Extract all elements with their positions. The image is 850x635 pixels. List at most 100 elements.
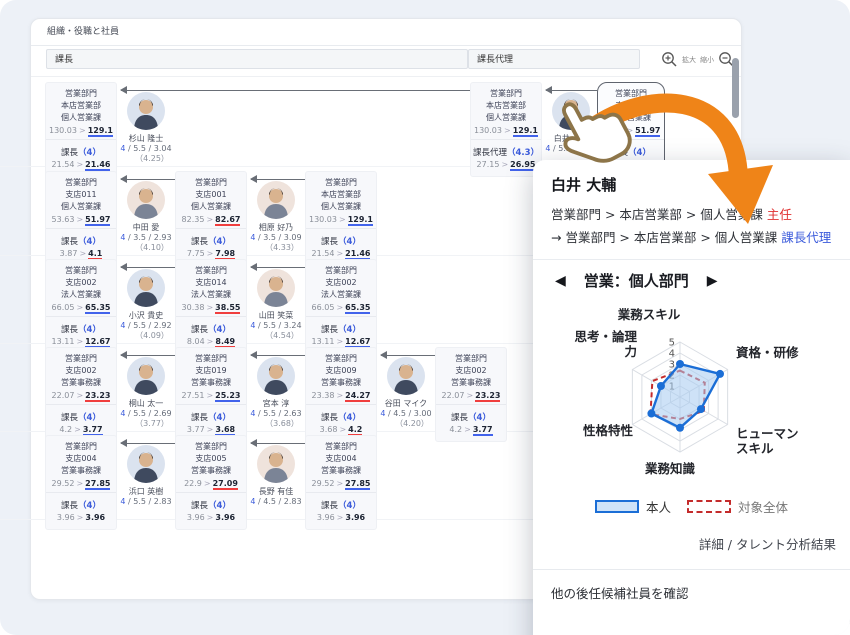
arrow-separator: > bbox=[206, 391, 213, 400]
legend-cohort-swatch bbox=[687, 500, 731, 513]
stat-rest: / 5.5 / 2.69 bbox=[125, 409, 171, 418]
card-org-section: 営業部門支店014法人営業課30.38>38.55 bbox=[176, 260, 246, 317]
score-after: 27.09 bbox=[213, 479, 238, 490]
avatar[interactable] bbox=[552, 92, 590, 130]
avatar[interactable] bbox=[127, 181, 165, 219]
avatar[interactable] bbox=[257, 181, 295, 219]
employee-item[interactable]: 宮本 淳4 / 5.5 / 2.63（3.68） bbox=[247, 357, 305, 429]
org-card[interactable]: 営業部門支店002営業事務課22.07>23.23課長（4）4.2>3.77 bbox=[435, 347, 507, 442]
score-before: 29.52 bbox=[312, 479, 335, 488]
employee-item[interactable]: 杉山 隆士4 / 5.5 / 3.04（4.25） bbox=[117, 92, 175, 164]
org-card[interactable]: 営業部門支店011個人営業課53.63>51.97課長（4）3.87>4.1 bbox=[45, 171, 117, 266]
org-card[interactable]: 営業部門支店005営業事務課22.9>27.09課長（4）3.96>3.96 bbox=[175, 435, 247, 530]
org-unit-label: 支店002 bbox=[48, 277, 114, 289]
employee-item[interactable]: 中田 愛4 / 3.5 / 2.93（4.10） bbox=[117, 181, 175, 253]
org-card[interactable]: 営業部門支店014法人営業課30.38>38.55課長（4）8.04>8.49 bbox=[175, 259, 247, 354]
connector-arrow bbox=[251, 355, 305, 356]
column-header-kacho[interactable]: 課長 bbox=[46, 49, 468, 69]
connector-arrow bbox=[121, 90, 470, 91]
arrow-separator: > bbox=[74, 425, 81, 434]
score-before: 130.03 bbox=[49, 126, 77, 135]
app-canvas: 組織・役職と社員 課長 課長代理 拡大 縮小 bbox=[0, 0, 850, 635]
prev-category-button[interactable]: ◀ bbox=[555, 273, 566, 289]
role-label: 課長（4） bbox=[48, 146, 114, 158]
avatar[interactable] bbox=[257, 269, 295, 307]
avatar[interactable] bbox=[127, 269, 165, 307]
next-category-button[interactable]: ▶ bbox=[707, 273, 718, 289]
avatar[interactable] bbox=[127, 357, 165, 395]
avatar[interactable] bbox=[257, 357, 295, 395]
org-unit-label: 法人営業課 bbox=[178, 289, 244, 301]
employee-stats: 4 / 4.5 / 3.00 bbox=[377, 409, 435, 418]
avatar[interactable] bbox=[127, 445, 165, 483]
role-count: （4） bbox=[338, 237, 361, 247]
panel-title: 組織・役職と社員 bbox=[31, 19, 741, 46]
org-card[interactable]: 営業部門支店002法人営業課66.05>65.35課長（4）13.11>12.6… bbox=[305, 259, 377, 354]
org-card[interactable]: 営業部門支店019営業事務課27.51>25.23課長（4）3.77>3.68 bbox=[175, 347, 247, 442]
role-score-flow: 21.54>21.46 bbox=[308, 249, 374, 258]
stat-rest: / 5.5 / 2.92 bbox=[125, 321, 171, 330]
org-card[interactable]: 営業部門本店営業部個人営業課130.03>129.1課長（4）21.54>21.… bbox=[305, 171, 377, 266]
vertical-scrollbar-thumb[interactable] bbox=[732, 58, 739, 118]
svg-text:3: 3 bbox=[669, 360, 675, 371]
role-name: 課長 bbox=[61, 325, 78, 335]
role-count: （4） bbox=[338, 325, 361, 335]
role-label: 課長（4） bbox=[308, 499, 374, 511]
role-score-flow: 27.15>26.95 bbox=[473, 160, 539, 169]
employee-stat-paren: （4.33） bbox=[247, 242, 305, 253]
column-header-kacho-dairi[interactable]: 課長代理 bbox=[468, 49, 640, 69]
employee-item[interactable]: 相原 好乃4 / 3.5 / 3.09（4.33） bbox=[247, 181, 305, 253]
employee-item[interactable]: 小沢 貴史4 / 5.5 / 2.92（4.09） bbox=[117, 269, 175, 341]
avatar[interactable] bbox=[387, 357, 425, 395]
talent-analysis-link[interactable]: 詳細 / タレント分析結果 bbox=[533, 516, 850, 553]
employee-item[interactable]: 谷田 マイク4 / 4.5 / 3.00（4.20） bbox=[377, 357, 435, 429]
role-count: （4） bbox=[208, 501, 231, 511]
org-card[interactable]: 営業部門支店004営業事務課29.52>27.85課長（4）3.96>3.96 bbox=[305, 435, 377, 530]
arrow-separator: > bbox=[206, 303, 213, 312]
arrow-separator: > bbox=[207, 513, 214, 522]
score-after: 3.96 bbox=[345, 513, 365, 522]
role-score-flow: 4.2>3.77 bbox=[438, 425, 504, 434]
connector-arrow bbox=[546, 90, 597, 91]
org-unit-label: 営業事務課 bbox=[308, 377, 374, 389]
role-name: 課長 bbox=[191, 413, 208, 423]
arrow-separator: > bbox=[204, 479, 211, 488]
employee-name-label: 相原 好乃 bbox=[247, 222, 305, 233]
role-label: 課長（4） bbox=[48, 411, 114, 423]
org-card[interactable]: 営業部門支店002営業事務課22.07>23.23課長（4）4.2>3.77 bbox=[45, 347, 117, 442]
org-unit-label: 個人営業課 bbox=[48, 112, 114, 124]
role-label: 課長（4） bbox=[48, 499, 114, 511]
employee-item[interactable]: 桐山 太一4 / 5.5 / 2.69（3.77） bbox=[117, 357, 175, 429]
score-before: 130.03 bbox=[474, 126, 502, 135]
card-org-section: 営業部門支店002営業事務課22.07>23.23 bbox=[46, 348, 116, 405]
role-count: （4） bbox=[208, 325, 231, 335]
employee-item[interactable]: 長野 有佳4 / 4.5 / 2.83 bbox=[247, 445, 305, 506]
employee-item[interactable]: 浜口 英樹4 / 5.5 / 2.83 bbox=[117, 445, 175, 506]
employee-photo bbox=[257, 181, 295, 219]
org-unit-label: 本店営業部 bbox=[473, 100, 539, 112]
employee-stat-paren: （4.54） bbox=[247, 330, 305, 341]
org-unit-label: 本店営業部 bbox=[308, 189, 374, 201]
employee-stats: 4 / 5.5 / 2.69 bbox=[117, 409, 175, 418]
employee-item[interactable]: 白井 大輔4 / 5.5 / 2.77 bbox=[542, 92, 600, 153]
org-card[interactable]: 営業部門本店営業部個人営業課130.03>129.1課長代理（4.3）27.15… bbox=[470, 82, 542, 177]
avatar[interactable] bbox=[127, 92, 165, 130]
employee-item[interactable]: 山田 笑菜4 / 5.5 / 3.24（4.54） bbox=[247, 269, 305, 341]
stat-rest: / 5.5 / 2.63 bbox=[255, 409, 301, 418]
score-after: 3.77 bbox=[473, 425, 493, 436]
org-card[interactable]: 営業部門支店002法人営業課66.05>65.35課長（4）13.11>12.6… bbox=[45, 259, 117, 354]
employee-name-label: 杉山 隆士 bbox=[117, 133, 175, 144]
org-card[interactable]: 営業部門本店営業部個人営業課130.03>129.1課長（4）21.54>21.… bbox=[45, 82, 117, 177]
org-card[interactable]: 営業部門支店009営業事務課23.38>24.27課長（4）3.68>4.2 bbox=[305, 347, 377, 442]
card-role-section: 課長代理（4.3）27.15>26.95 bbox=[471, 140, 541, 176]
score-before: 3.96 bbox=[317, 513, 335, 522]
org-card[interactable]: 営業部門支店004営業事務課29.52>27.85課長（4）3.96>3.96 bbox=[45, 435, 117, 530]
role-count: （4） bbox=[78, 501, 101, 511]
radar-category-label: 営業：個人部門 bbox=[584, 270, 689, 291]
zoom-in-button[interactable] bbox=[661, 51, 678, 68]
org-card[interactable]: 営業部門支店001個人営業課82.35>82.67課長（4）7.75>7.98 bbox=[175, 171, 247, 266]
other-successors-link[interactable]: 他の後任候補社員を確認 bbox=[533, 569, 850, 615]
role-name: 課長 bbox=[611, 148, 628, 158]
employee-photo bbox=[387, 357, 425, 395]
avatar[interactable] bbox=[257, 445, 295, 483]
